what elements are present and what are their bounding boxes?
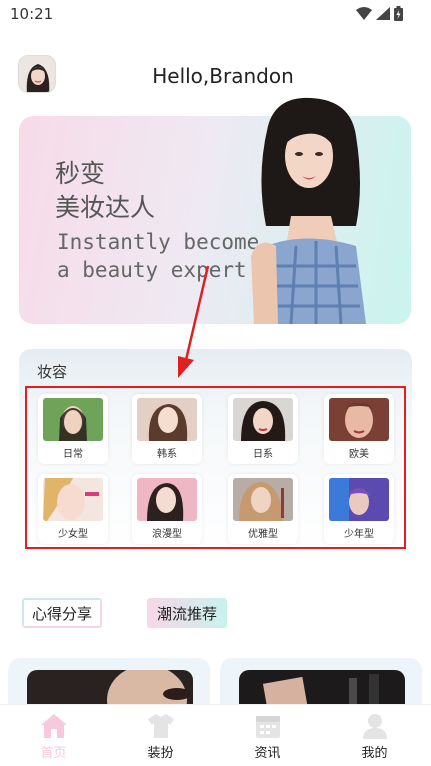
status-bar: 10:21 <box>0 0 431 30</box>
tab-dress[interactable]: 装扮 <box>107 705 214 766</box>
tag-trend-recommend[interactable]: 潮流推荐 <box>147 598 227 628</box>
wifi-icon <box>356 7 372 20</box>
tab-mine-label: 我的 <box>361 746 388 761</box>
tab-home-label: 首页 <box>40 746 67 761</box>
signal-icon <box>376 7 390 20</box>
tab-news-label: 资讯 <box>254 746 281 761</box>
shirt-icon <box>148 714 174 738</box>
header: Hello,Brandon <box>0 52 431 102</box>
banner-subtitle-line1: Instantly become <box>57 230 260 254</box>
tab-news[interactable]: 资讯 <box>214 705 321 766</box>
bottom-tab-bar: 首页 装扮 资讯 我的 <box>0 704 431 766</box>
makeup-section-title: 妆容 <box>37 363 68 381</box>
banner-title-line1: 秒变 <box>55 159 106 188</box>
tag-experience-share[interactable]: 心得分享 <box>22 598 102 628</box>
banner-title-line2: 美妆达人 <box>55 193 156 222</box>
greeting-text: Hello,Brandon <box>152 64 294 88</box>
status-time: 10:21 <box>10 5 54 23</box>
tab-mine[interactable]: 我的 <box>321 705 428 766</box>
battery-icon <box>394 6 403 21</box>
tab-home[interactable]: 首页 <box>0 705 107 766</box>
user-icon <box>363 714 387 739</box>
status-icons <box>356 6 403 21</box>
banner-model-image <box>251 97 366 324</box>
calendar-icon <box>256 716 280 738</box>
home-icon <box>41 714 67 738</box>
highlight-box <box>25 386 406 549</box>
banner-subtitle-line2: a beauty expert <box>57 258 247 282</box>
tab-dress-label: 装扮 <box>147 746 174 761</box>
